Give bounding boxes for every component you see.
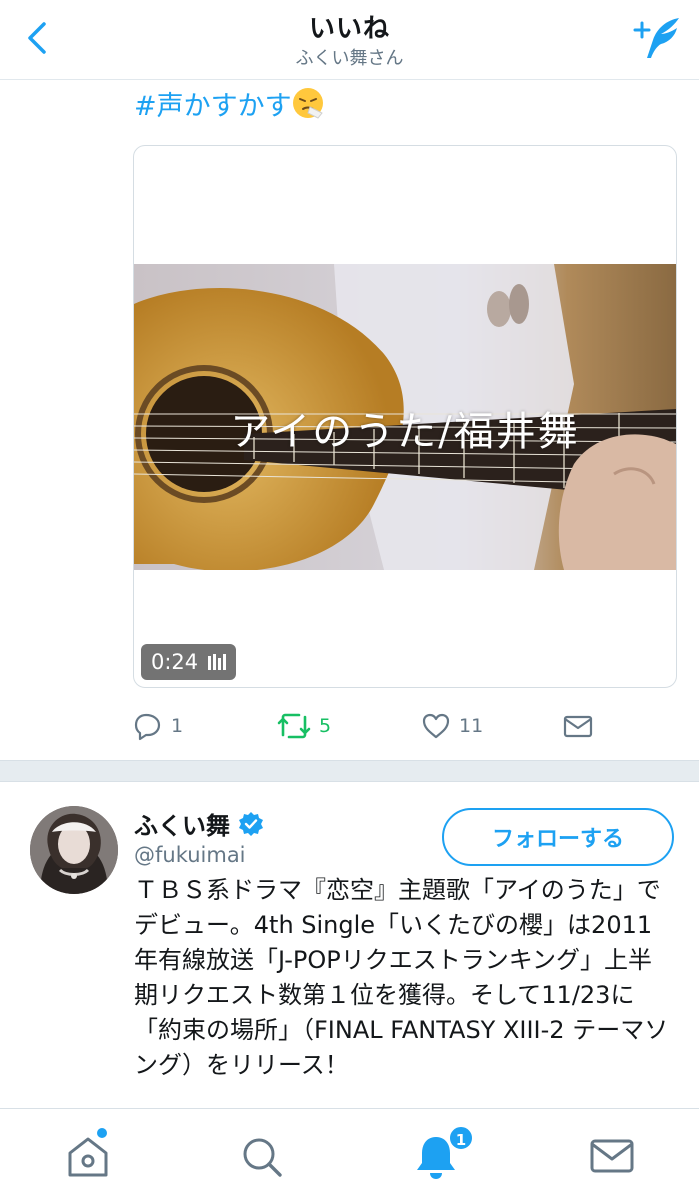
notifications-badge: 1 — [448, 1125, 474, 1151]
reply-button[interactable]: 1 — [133, 706, 183, 746]
tweet-text[interactable]: #声かすかす — [134, 84, 324, 123]
messages-envelope-icon[interactable] — [586, 1131, 638, 1183]
home-icon[interactable] — [62, 1131, 114, 1183]
heart-icon — [422, 713, 450, 739]
profile-handle[interactable]: @fukuimai — [134, 843, 246, 867]
direct-message-button[interactable] — [563, 706, 593, 746]
compose-tweet-icon[interactable] — [631, 14, 683, 62]
reply-icon — [134, 713, 161, 741]
video-card[interactable]: アイのうた/福井舞 0:24 — [133, 145, 677, 688]
retweet-button[interactable]: 5 — [277, 706, 331, 746]
bottom-tab-bar — [0, 1108, 699, 1200]
sneezing-face-emoji-icon — [292, 88, 323, 119]
profile-photo-image — [30, 806, 118, 894]
video-thumbnail[interactable]: アイのうた/福井舞 — [134, 264, 676, 570]
like-button[interactable]: 11 — [421, 706, 483, 746]
tweet-actions: 1 5 11 — [133, 706, 603, 746]
top-nav-bar: いいね ふくい舞さん — [0, 0, 699, 80]
home-unread-dot — [97, 1128, 107, 1138]
profile-bio: ＴＢＳ系ドラマ『恋空』主題歌「アイのうた」でデビュー。4th Single「いく… — [134, 876, 669, 1079]
hashtag-link[interactable]: #声かすかす — [134, 91, 292, 122]
video-duration: 0:24 — [151, 650, 199, 674]
envelope-icon — [563, 715, 593, 738]
follow-button[interactable]: フォローする — [442, 808, 674, 866]
verified-badge-icon — [239, 811, 263, 836]
retweet-count: 5 — [319, 715, 332, 737]
section-divider — [0, 760, 699, 782]
video-overlay-title: アイのうた/福井舞 — [230, 409, 580, 455]
like-count: 11 — [459, 715, 484, 737]
retweet-icon — [277, 713, 311, 739]
audio-bars-icon — [208, 654, 227, 670]
avatar[interactable] — [30, 806, 118, 894]
page-title: いいね — [308, 14, 390, 44]
video-duration-badge: 0:24 — [141, 644, 237, 680]
profile-name-row[interactable]: ふくい舞 — [134, 806, 264, 841]
page-subtitle: ふくい舞さん — [295, 48, 404, 69]
reply-count: 1 — [171, 715, 184, 737]
search-icon[interactable] — [236, 1131, 288, 1183]
profile-name[interactable]: ふくい舞 — [134, 806, 230, 841]
